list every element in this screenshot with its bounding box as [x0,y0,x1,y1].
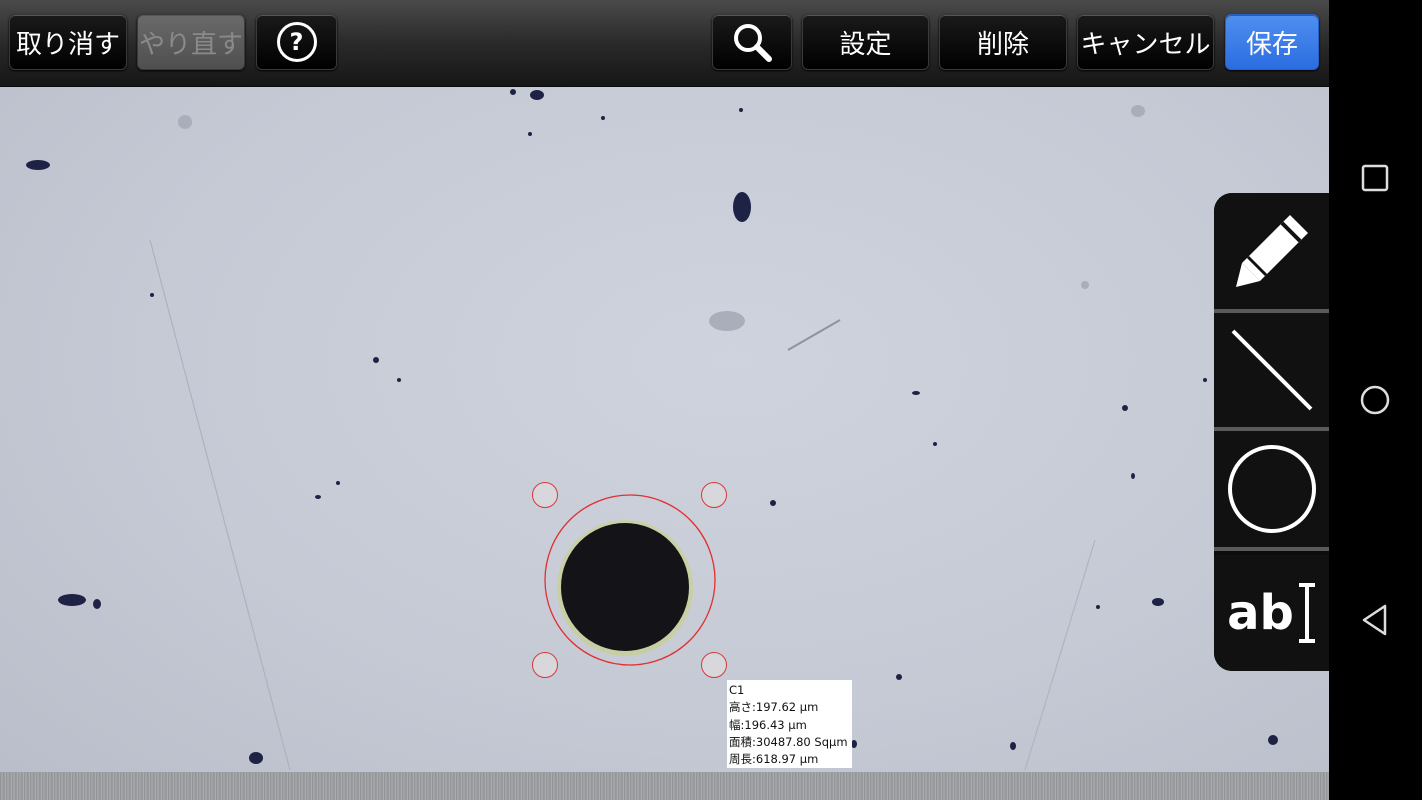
circle-tool[interactable] [1214,431,1329,547]
pencil-tool[interactable] [1214,193,1329,309]
measurement-width: 幅:196.43 µm [729,717,807,732]
redo-button[interactable]: やり直す [137,14,245,70]
drawing-tool-panel: ab [1214,193,1329,671]
top-toolbar: 取り消す やり直す ? 設定 削除 キャンセル 保存 [0,0,1329,87]
home-circle-icon [1360,385,1390,415]
specimen-hole [561,523,689,651]
text-tool-label: ab [1227,585,1294,641]
magnifier-icon [734,24,772,62]
text-tool[interactable]: ab [1214,555,1329,671]
help-icon: ? [276,22,317,62]
search-button[interactable] [712,14,792,70]
scratch-line [1024,539,1096,771]
help-button[interactable]: ? [256,14,337,70]
cancel-button[interactable]: キャンセル [1077,14,1214,70]
resize-handle-bottom-right[interactable] [701,652,727,678]
tool-divider [1214,547,1329,551]
line-tool[interactable] [1214,313,1329,427]
text-cursor-icon [1298,583,1315,643]
undo-button[interactable]: 取り消す [9,14,127,70]
delete-button[interactable]: 削除 [939,14,1067,70]
scratch-line [149,239,291,771]
measurement-height: 高さ:197.62 µm [729,700,819,715]
measurement-perimeter: 周長:618.97 µm [729,752,819,767]
specimen-view [26,89,1278,771]
pencil-icon [1235,215,1308,287]
line-icon [1231,329,1312,411]
resize-handle-top-right[interactable] [701,482,727,508]
settings-button[interactable]: 設定 [802,14,929,70]
system-navigation-bar [1329,0,1422,800]
square-icon [1361,164,1389,192]
bottom-border-strip [0,772,1329,800]
measurement-area: 面積:30487.80 Sqµm [729,734,848,749]
save-button[interactable]: 保存 [1225,14,1319,70]
triangle-back-icon [1362,604,1387,636]
faint-particles [178,105,1145,331]
measurement-name: C1 [729,683,745,697]
resize-handle-top-left[interactable] [532,482,558,508]
microscope-app: C1 高さ:197.62 µm 幅:196.43 µm 面積:30487.80 … [0,0,1329,800]
circle-icon [1227,445,1316,533]
scratch-line [787,319,841,351]
measurement-label[interactable]: C1 高さ:197.62 µm 幅:196.43 µm 面積:30487.80 … [727,680,852,768]
home-button[interactable] [1355,380,1395,420]
microscope-image[interactable]: C1 高さ:197.62 µm 幅:196.43 µm 面積:30487.80 … [0,0,1329,800]
recent-apps-button[interactable] [1355,158,1395,198]
resize-handle-bottom-left[interactable] [532,652,558,678]
back-button[interactable] [1355,600,1395,640]
